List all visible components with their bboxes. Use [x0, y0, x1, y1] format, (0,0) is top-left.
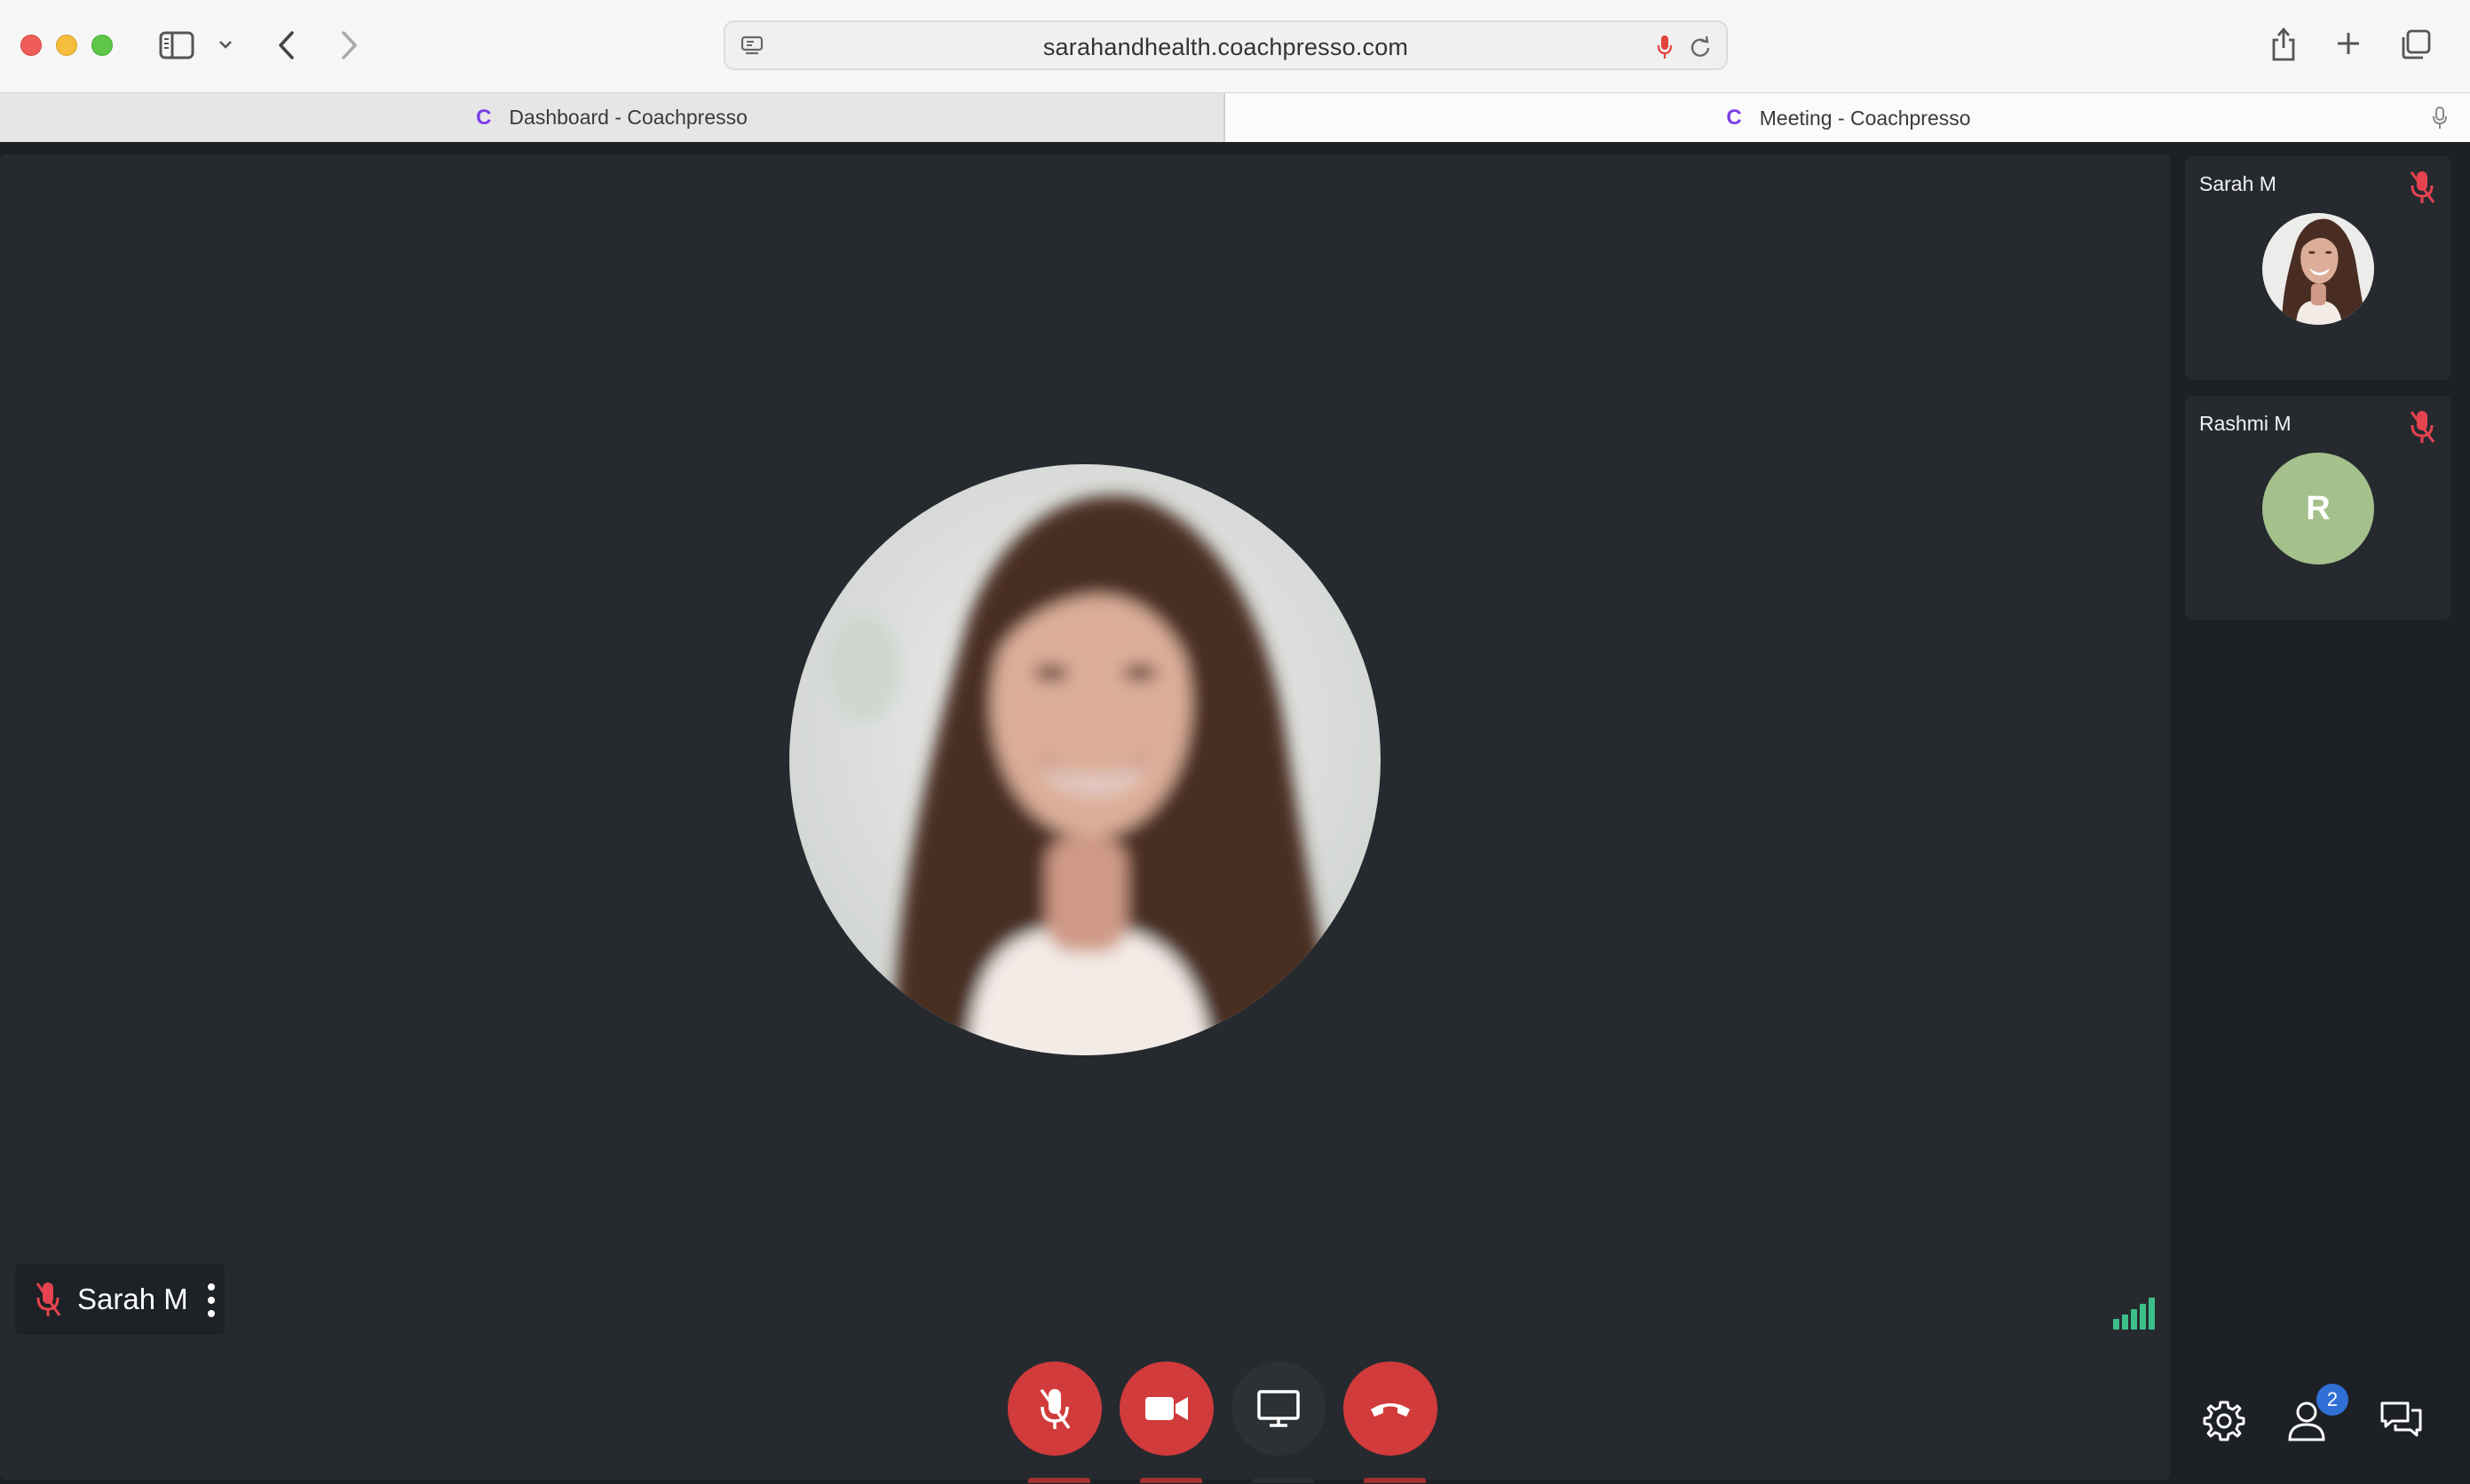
more-options-icon[interactable]	[207, 1283, 216, 1317]
address-bar[interactable]: sarahandhealth.coachpresso.com	[724, 20, 1728, 70]
screen-share-icon	[1257, 1390, 1300, 1427]
browser-toolbar: sarahandhealth.coachpresso.com	[0, 0, 2470, 92]
tab-strip: C Dashboard - Coachpresso C Meeting - Co…	[0, 92, 2470, 143]
tab-meeting[interactable]: C Meeting - Coachpresso	[1227, 93, 2470, 143]
tab-label: Dashboard - Coachpresso	[509, 106, 748, 129]
mic-muted-icon	[2409, 408, 2435, 450]
meeting-app: Sarah M Sarah M Rashmi M R 2	[0, 142, 2470, 1484]
chevron-down-icon[interactable]	[217, 37, 234, 51]
screen-share-button[interactable]	[1231, 1362, 1326, 1456]
reload-icon[interactable]	[1688, 35, 1713, 59]
tab-label: Meeting - Coachpresso	[1759, 106, 1971, 130]
minimize-window-button[interactable]	[56, 35, 77, 56]
mic-muted-icon	[36, 1283, 61, 1316]
close-window-button[interactable]	[20, 35, 42, 56]
forward-icon[interactable]	[336, 28, 362, 62]
end-call-button[interactable]	[1343, 1362, 1437, 1456]
participant-tile[interactable]: Sarah M	[2185, 156, 2451, 380]
microphone-icon[interactable]	[1654, 33, 1675, 61]
mic-muted-icon	[2409, 169, 2435, 210]
settings-button[interactable]	[2202, 1399, 2246, 1443]
control-shadow	[1140, 1478, 1202, 1483]
chat-icon	[2380, 1401, 2422, 1437]
participant-initial-avatar: R	[2262, 453, 2374, 564]
plus-icon[interactable]	[2333, 28, 2363, 59]
participant-avatar	[2262, 213, 2374, 325]
tab-dashboard[interactable]: C Dashboard - Coachpresso	[0, 93, 1225, 143]
control-shadow	[1252, 1478, 1314, 1483]
camera-off-icon	[1145, 1397, 1188, 1420]
active-speaker-name: Sarah M	[77, 1283, 188, 1315]
coachpresso-favicon-icon: C	[1726, 106, 1742, 130]
share-icon[interactable]	[2268, 25, 2300, 64]
participant-name: Rashmi M	[2199, 412, 2292, 435]
toggle-mic-button[interactable]	[1008, 1362, 1102, 1456]
tab-audio-icon[interactable]	[2429, 104, 2450, 132]
back-icon[interactable]	[273, 28, 300, 62]
toggle-camera-button[interactable]	[1120, 1362, 1214, 1456]
connection-signal-icon	[2113, 1298, 2157, 1330]
control-shadow	[1364, 1478, 1426, 1483]
end-call-icon	[1371, 1403, 1410, 1417]
control-shadow	[1028, 1478, 1090, 1483]
coachpresso-favicon-icon: C	[476, 105, 492, 130]
mic-off-icon	[1040, 1388, 1071, 1430]
participant-tile[interactable]: Rashmi M R	[2185, 396, 2451, 620]
settings-icon	[2203, 1401, 2245, 1441]
chat-button[interactable]	[2379, 1399, 2424, 1440]
participant-count-badge: 2	[2316, 1384, 2348, 1416]
active-speaker-label: Sarah M	[15, 1264, 225, 1335]
tabs-overview-icon[interactable]	[2399, 28, 2433, 61]
participant-name: Sarah M	[2199, 172, 2276, 195]
sidebar-icon[interactable]	[158, 30, 195, 60]
active-speaker-avatar	[789, 464, 1381, 1055]
main-video-stage: Sarah M	[0, 154, 2170, 1480]
url-text[interactable]: sarahandhealth.coachpresso.com	[725, 34, 1726, 61]
zoom-window-button[interactable]	[91, 35, 113, 56]
